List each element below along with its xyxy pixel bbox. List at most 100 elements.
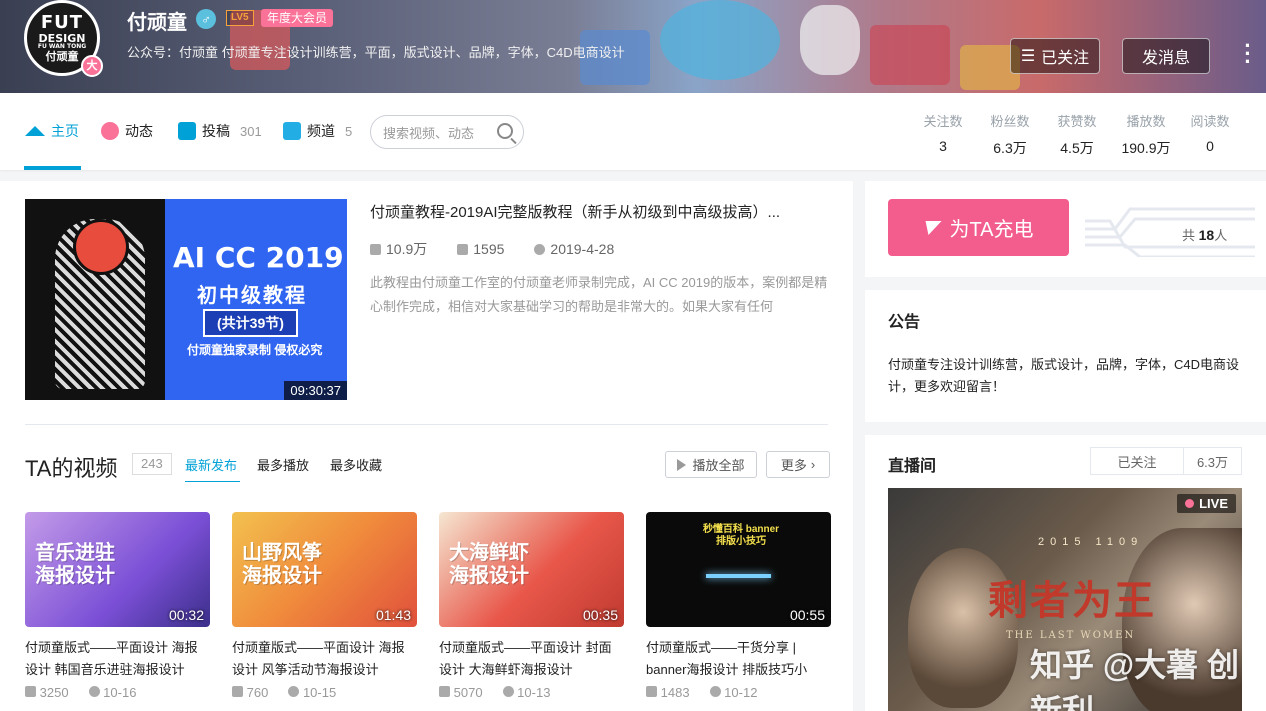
stat-reads: 阅读数 0 [1187,111,1233,154]
charge-count-value: 18 [1198,227,1215,243]
play-count-value: 3250 [39,685,69,700]
clock-icon [288,686,300,697]
clock-icon [709,686,721,697]
tab-latest[interactable]: 最新发布 [185,455,237,474]
tab-active-indicator [185,481,240,482]
gift-box-decoration [870,25,950,85]
video-card[interactable]: 山野风筝 海报设计 01:43 付顽童版式——平面设计 海报设计 风筝活动节海报… [232,512,417,700]
stat-value: 190.9万 [1121,140,1171,156]
play-count-value: 5070 [453,685,483,700]
more-label: 更多 [780,458,807,473]
thumbnail-illustration [73,219,129,275]
more-button[interactable]: 更多 › [766,451,830,478]
charge-button-label: 为TA充电 [949,219,1034,241]
publish-date-value: 10-15 [302,685,337,700]
tab-most-favorited[interactable]: 最多收藏 [330,455,382,474]
publish-date: 10-15 [288,685,336,700]
user-sign: 公众号：付顽童 付顽童专注设计训练营，平面，版式设计、品牌，字体，C4D电商设计 [127,45,625,60]
play-icon [677,458,687,471]
notice-panel: 公告 付顽童专注设计训练营，版式设计，品牌，字体，C4D电商设计，更多欢迎留言！ [865,290,1266,422]
section-title: TA的视频 [25,456,118,481]
video-duration: 00:55 [789,607,825,623]
search-icon[interactable] [497,123,513,139]
charge-panel: 为TA充电 共 18人 [865,181,1266,277]
video-count-badge: 243 [132,453,172,475]
notice-text: 付顽童专注设计训练营，版式设计，品牌，字体，C4D电商设计，更多欢迎留言！ [888,357,1240,394]
play-count: 1483 [646,685,690,700]
play-count: 3250 [25,685,69,700]
play-icon [25,686,36,697]
video-title[interactable]: 付顽童版式——平面设计 海报设计 风筝活动节海报设计 [232,637,417,681]
search-placeholder: 搜索视频、动态 [383,125,475,141]
tab-channel[interactable]: 频道 5 [283,121,352,141]
tab-home[interactable]: 主页 [25,121,79,141]
send-message-button[interactable]: 发消息 [1122,38,1210,74]
tab-dynamic[interactable]: 动态 [101,121,153,141]
publish-date: 10-13 [502,685,550,700]
live-room-title: 直播间 [888,458,937,475]
followed-button[interactable]: ☰ 已关注 [1010,38,1100,74]
vip-badge[interactable]: 年度大会员 [261,9,334,27]
featured-video-title[interactable]: 付顽童教程-2019AI完整版教程（新手从初级到中高级拔高）... [370,201,830,222]
stat-label: 播放数 [1126,114,1166,129]
publish-date-value: 2019-4-28 [550,241,615,257]
video-card[interactable]: 秒懂百科 banner 排版小技巧 00:55 付顽童版式——干货分享 | ba… [646,512,831,700]
featured-video-thumbnail[interactable]: AI CC 2019 初中级教程 (共计39节) 付顽童独家录制 侵权必究 09… [25,199,347,400]
video-thumbnail[interactable]: 音乐进驻 海报设计 00:32 [25,512,210,627]
video-thumbnail[interactable]: 秒懂百科 banner 排版小技巧 00:55 [646,512,831,627]
tab-active-indicator [24,166,81,170]
thumbnail-text: 大海鲜虾 海报设计 [449,542,529,587]
video-title[interactable]: 付顽童版式——平面设计 海报设计 韩国音乐进驻海报设计 [25,637,210,681]
chevron-right-icon: › [810,457,816,472]
live-followed-button[interactable]: 已关注 [1091,448,1184,474]
thumbnail-subtitle: 初中级教程 [197,285,307,307]
avatar[interactable]: FUT DESIGN FU WAN TONG 付顽童 大 [24,0,103,77]
video-thumbnail[interactable]: 大海鲜虾 海报设计 00:35 [439,512,624,627]
stat-fans[interactable]: 粉丝数 6.3万 [987,111,1033,158]
clock-icon [502,686,514,697]
danmaku-count: 1595 [457,239,504,259]
video-card[interactable]: 音乐进驻 海报设计 00:32 付顽童版式——平面设计 海报设计 韩国音乐进驻海… [25,512,210,700]
charge-count-prefix: 共 [1182,228,1196,243]
stat-value: 4.5万 [1060,140,1094,156]
stat-value: 0 [1206,138,1214,154]
male-gender-icon: ♂ [196,9,216,29]
thumbnail-note: 付顽童独家录制 侵权必究 [187,343,323,357]
tab-upload-label: 投稿 [202,123,230,139]
featured-video-description: 此教程由付顽童工作室的付顽童老师录制完成，AI CC 2019的版本，案例都是精… [370,275,828,314]
tab-upload[interactable]: 投稿 301 [178,121,262,141]
more-options-icon[interactable]: · · · [1243,35,1253,73]
play-count-value: 1483 [660,685,690,700]
video-duration: 00:32 [168,607,204,623]
avatar-logo-text: 付顽童 [45,49,79,63]
video-meta: 5070 10-13 [439,685,624,700]
play-icon [232,686,243,697]
stat-label: 阅读数 [1190,114,1230,129]
tab-home-label: 主页 [51,123,79,139]
menu-icon: ☰ [1020,48,1036,65]
publish-date-value: 10-16 [103,685,137,700]
video-thumbnail[interactable]: 山野风筝 海报设计 01:43 [232,512,417,627]
live-follow-widget[interactable]: 已关注 6.3万 [1090,447,1242,475]
main-content: AI CC 2019 初中级教程 (共计39节) 付顽童独家录制 侵权必究 09… [0,181,853,711]
play-all-button[interactable]: 播放全部 [665,451,757,478]
publish-date-value: 10-12 [724,685,758,700]
upload-icon [178,122,196,140]
charge-button[interactable]: 为TA充电 [888,199,1069,256]
stat-value: 3 [939,138,947,154]
user-name: 付顽童 [127,12,187,34]
dynamic-icon [101,122,119,140]
avatar-logo-text: FUT [40,11,84,33]
stat-plays: 播放数 190.9万 [1117,111,1175,158]
search-input[interactable]: 搜索视频、动态 [370,115,524,149]
stat-likes: 获赞数 4.5万 [1054,111,1100,158]
video-title[interactable]: 付顽童版式——干货分享 | banner海报设计 排版技巧小 [646,637,831,681]
notice-title: 公告 [888,314,921,331]
tab-most-played[interactable]: 最多播放 [257,455,309,474]
publish-date: 2019-4-28 [534,239,614,259]
video-card[interactable]: 大海鲜虾 海报设计 00:35 付顽童版式——平面设计 封面设计 大海鲜虾海报设… [439,512,624,700]
play-count-value: 760 [246,685,269,700]
live-badge: LIVE [1177,494,1236,513]
video-title[interactable]: 付顽童版式——平面设计 封面设计 大海鲜虾海报设计 [439,637,624,681]
stat-following[interactable]: 关注数 3 [920,111,966,154]
